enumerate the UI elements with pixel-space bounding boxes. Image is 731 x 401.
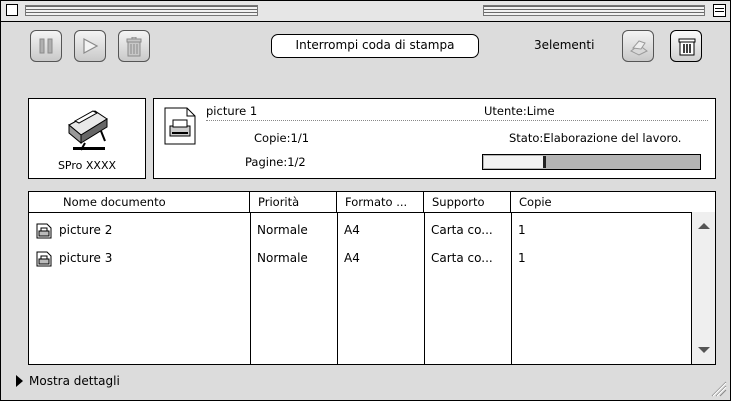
row-media: Carta co...: [431, 223, 493, 237]
job-status: Stato:Elaborazione del lavoro.: [509, 131, 682, 145]
pause-icon: [39, 38, 53, 54]
item-count: 3elementi: [534, 38, 595, 52]
table-row[interactable]: picture 2 Normale A4 Carta co... 1: [29, 218, 691, 246]
title-bar-stripes-right: [483, 5, 705, 16]
column-header-priority[interactable]: Priorità: [250, 192, 337, 212]
document-print-icon: [164, 107, 196, 145]
printer-name: SPro XXXX: [57, 159, 117, 172]
delete-job-button[interactable]: [118, 30, 150, 62]
cancel-queue-button[interactable]: Interrompi coda di stampa: [271, 34, 479, 58]
row-copies: 1: [518, 223, 526, 237]
title-bar[interactable]: [1, 1, 730, 22]
row-copies: 1: [518, 251, 526, 265]
print-now-button[interactable]: [622, 30, 654, 62]
title-bar-stripes-left: [25, 5, 258, 16]
resume-button[interactable]: [74, 30, 106, 62]
collapse-box[interactable]: [713, 4, 726, 17]
table-header: Nome documento Priorità Formato ... Supp…: [29, 192, 691, 213]
job-user: Utente:Lime: [484, 104, 555, 118]
row-format: A4: [344, 251, 360, 265]
trash-icon: [126, 37, 142, 57]
job-copies: Copie:1/1: [254, 131, 310, 145]
row-name: picture 3: [59, 251, 113, 265]
column-header-name[interactable]: Nome documento: [29, 192, 250, 212]
scroll-down-arrow-icon[interactable]: [698, 347, 710, 353]
play-icon: [83, 37, 99, 55]
table-row[interactable]: picture 3 Normale A4 Carta co... 1: [29, 246, 691, 274]
current-job-panel: picture 1 Utente:Lime Copie:1/1 Stato:El…: [153, 98, 716, 179]
column-header-format[interactable]: Formato ...: [337, 192, 424, 212]
row-format: A4: [344, 223, 360, 237]
scroll-up-arrow-icon[interactable]: [698, 223, 710, 229]
show-details-label: Mostra dettagli: [29, 374, 120, 388]
disclosure-triangle-icon[interactable]: [16, 375, 23, 387]
row-priority: Normale: [257, 251, 308, 265]
job-pages: Pagine:1/2: [245, 155, 306, 169]
row-name: picture 2: [59, 223, 113, 237]
job-progress-bar: [482, 154, 701, 170]
column-header-media[interactable]: Supporto: [424, 192, 511, 212]
print-queue-window: Interrompi coda di stampa 3elementi SPro…: [0, 0, 731, 401]
close-box[interactable]: [6, 4, 18, 16]
job-progress-fill: [484, 156, 546, 168]
queue-table: Nome documento Priorità Formato ... Supp…: [28, 191, 716, 365]
row-media: Carta co...: [431, 251, 493, 265]
vertical-scrollbar[interactable]: [691, 212, 715, 364]
printer-panel: SPro XXXX: [28, 98, 146, 179]
row-priority: Normale: [257, 223, 308, 237]
resize-grip-icon[interactable]: [706, 376, 728, 398]
printer-stop-icon: [630, 40, 648, 56]
printer-icon: [68, 110, 108, 151]
job-title: picture 1: [206, 104, 258, 118]
pause-button[interactable]: [30, 30, 62, 62]
show-details-toggle[interactable]: Mostra dettagli: [12, 374, 120, 388]
trash-all-icon: [678, 38, 696, 56]
job-divider: [206, 120, 708, 121]
column-header-copies[interactable]: Copie: [511, 192, 691, 212]
remove-all-button[interactable]: [670, 30, 702, 62]
